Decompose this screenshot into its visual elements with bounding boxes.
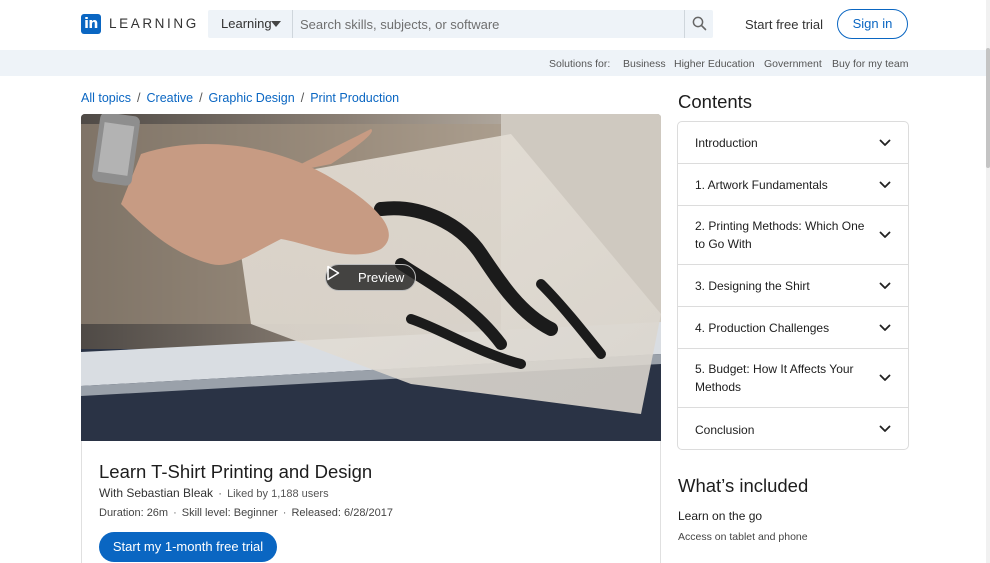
toc-item-label: Introduction	[695, 136, 758, 150]
course-author-line: With Sebastian Bleak · Liked by 1,188 user…	[99, 486, 329, 500]
search-bar: Learning	[208, 10, 713, 38]
included-item-description: Access on tablet and phone	[678, 531, 808, 543]
sign-in-button[interactable]: Sign in	[837, 9, 908, 39]
course-author[interactable]: With Sebastian Bleak	[99, 486, 213, 500]
course-meta: Duration: 26m · Skill level: Beginner · Rele…	[99, 507, 393, 519]
toc-item-label: 3. Designing the Shirt	[695, 279, 810, 293]
contents-heading: Contents	[678, 91, 753, 112]
course-info-card: Learn T-Shirt Printing and Design With S…	[81, 441, 661, 563]
solutions-link-higher-education[interactable]: Higher Education	[674, 58, 755, 70]
chevron-down-icon	[879, 139, 891, 146]
breadcrumb-all-topics[interactable]: All topics	[81, 91, 131, 105]
logo-text[interactable]: LEARNING	[109, 16, 199, 31]
search-input[interactable]	[294, 10, 684, 38]
toc-item-label: 5. Budget: How It Affects Your Methods	[695, 362, 854, 394]
chevron-down-icon	[879, 231, 891, 238]
start-free-trial-link[interactable]: Start free trial	[745, 17, 823, 32]
chevron-down-icon	[879, 282, 891, 289]
course-likes: Liked by 1,188 users	[227, 488, 329, 500]
course-title: Learn T-Shirt Printing and Design	[99, 461, 373, 482]
toc-item-chapter-1[interactable]: 1. Artwork Fundamentals	[678, 164, 908, 206]
search-scope-select[interactable]: Learning	[208, 10, 293, 38]
preview-label: Preview	[358, 270, 405, 285]
toc-item-label: 4. Production Challenges	[695, 321, 830, 335]
top-header: in LEARNING Learning Start free trial Si…	[0, 0, 990, 50]
toc-item-chapter-5[interactable]: 5. Budget: How It Affects Your Methods	[678, 349, 908, 408]
chevron-down-icon	[879, 374, 891, 381]
solutions-label: Solutions for:	[549, 58, 611, 70]
breadcrumb-print-production[interactable]: Print Production	[310, 91, 399, 105]
solutions-link-buy-for-team[interactable]: Buy for my team	[832, 58, 908, 70]
toc-item-label: Conclusion	[695, 423, 755, 437]
preview-button[interactable]: Preview	[325, 264, 416, 291]
toc-item-label: 2. Printing Methods: Which One to Go Wit…	[695, 219, 865, 251]
breadcrumb-creative[interactable]: Creative	[147, 91, 194, 105]
start-free-trial-button[interactable]: Start my 1-month free trial	[99, 532, 277, 562]
chevron-down-icon	[879, 324, 891, 331]
toc-item-chapter-4[interactable]: 4. Production Challenges	[678, 307, 908, 349]
solutions-bar: Solutions for: Business Higher Education…	[0, 50, 990, 76]
breadcrumb-graphic-design[interactable]: Graphic Design	[209, 91, 295, 105]
solutions-link-business[interactable]: Business	[623, 58, 666, 70]
contents-list: Introduction 1. Artwork Fundamentals 2. …	[677, 121, 909, 450]
toc-item-conclusion[interactable]: Conclusion	[678, 408, 908, 449]
toc-item-chapter-2[interactable]: 2. Printing Methods: Which One to Go Wit…	[678, 206, 908, 265]
caret-down-icon	[271, 21, 281, 27]
search-scope-label: Learning	[221, 16, 272, 31]
breadcrumb: All topics / Creative / Graphic Design / Print…	[81, 91, 400, 105]
solutions-link-government[interactable]: Government	[764, 58, 822, 70]
play-icon	[327, 265, 340, 281]
linkedin-logo-icon[interactable]: in	[81, 14, 101, 34]
chevron-down-icon	[879, 181, 891, 188]
toc-item-label: 1. Artwork Fundamentals	[695, 178, 828, 192]
whats-included-heading: What’s included	[678, 475, 809, 496]
course-preview-image[interactable]: Preview	[81, 114, 661, 441]
page-scrollbar-thumb[interactable]	[986, 48, 990, 168]
toc-item-chapter-3[interactable]: 3. Designing the Shirt	[678, 265, 908, 307]
course-duration: Duration: 26m	[99, 507, 169, 519]
toc-item-introduction[interactable]: Introduction	[678, 122, 908, 164]
course-skill-level: Skill level: Beginner	[181, 507, 278, 519]
included-item-title: Learn on the go	[678, 509, 763, 523]
chevron-down-icon	[879, 425, 891, 432]
course-release-date: Released: 6/28/2017	[291, 507, 393, 519]
search-button[interactable]	[684, 10, 713, 38]
search-icon	[692, 16, 707, 31]
